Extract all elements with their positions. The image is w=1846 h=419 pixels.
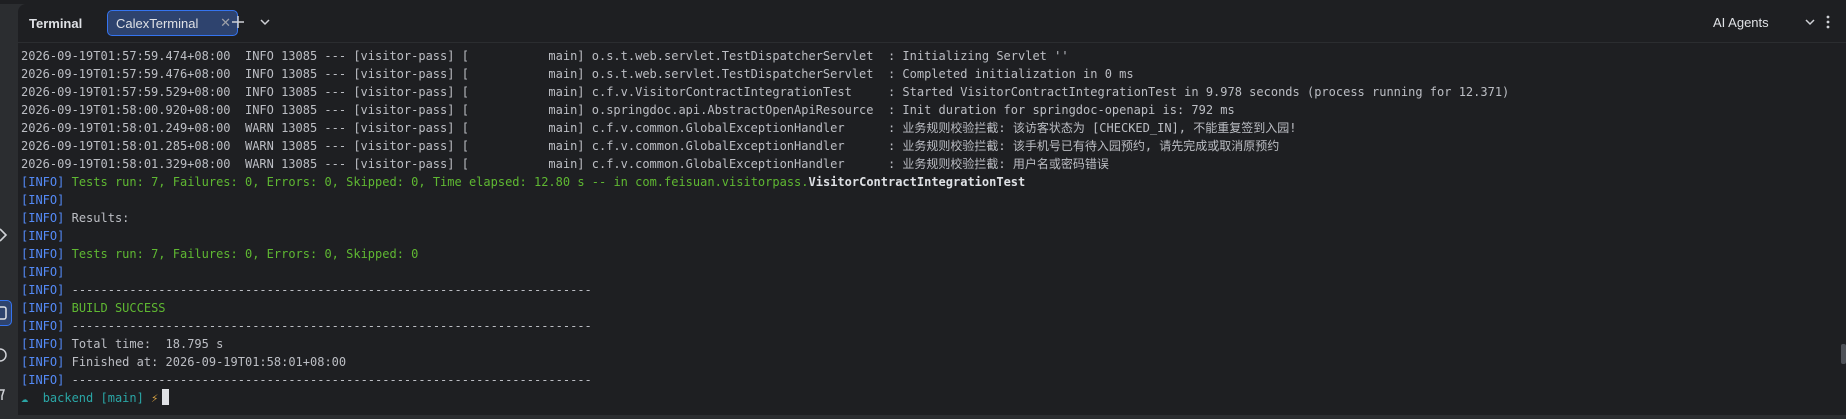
tests-summary: Tests run: 7, Failures: 0, Errors: 0, Sk… <box>71 247 419 261</box>
clock-icon[interactable] <box>0 346 10 364</box>
info-tag: [INFO] <box>21 337 65 351</box>
terminal-tab-bar: Terminal CalexTerminal ✕ AI Agents <box>18 4 1846 43</box>
info-line: [INFO] <box>21 263 64 281</box>
ai-agents-menu[interactable]: AI Agents <box>1713 15 1769 30</box>
info-line: [INFO] ---------------------------------… <box>21 317 592 335</box>
finished-at: Finished at: 2026-09-19T01:58:01+08:00 <box>71 355 347 369</box>
prompt-directory: backend <box>42 391 94 405</box>
tests-run-summary: Tests run: 7, Failures: 0, Errors: 0, Sk… <box>71 175 809 189</box>
info-tag: [INFO] <box>21 319 65 333</box>
results-label: Results: <box>71 211 130 225</box>
info-line: [INFO] ---------------------------------… <box>21 371 592 389</box>
terminal-tool-window: Terminal CalexTerminal ✕ AI Agents 2026-… <box>18 4 1846 415</box>
info-line: [INFO] Finished at: 2026-09-19T01:58:01+… <box>21 353 346 371</box>
log-line: 2026-09-19T01:58:00.920+08:00 INFO 13085… <box>21 103 1235 117</box>
text-cursor <box>162 389 170 405</box>
info-line: [INFO] BUILD SUCCESS <box>21 299 166 317</box>
terminal-output[interactable]: 2026-09-19T01:57:59.474+08:00 INFO 13085… <box>18 45 1846 415</box>
left-tool-rail <box>0 0 18 419</box>
tests-result-line: [INFO] Tests run: 7, Failures: 0, Errors… <box>21 173 1025 191</box>
chevron-down-icon[interactable] <box>1804 16 1816 28</box>
info-tag: [INFO] <box>21 301 65 315</box>
info-tag: [INFO] <box>21 247 65 261</box>
log-line: 2026-09-19T01:57:59.476+08:00 INFO 13085… <box>21 67 1134 81</box>
log-line: 2026-09-19T01:57:59.474+08:00 INFO 13085… <box>21 49 1069 63</box>
info-line: [INFO] Tests run: 7, Failures: 0, Errors… <box>21 245 418 263</box>
plus-icon[interactable] <box>228 12 248 32</box>
chevron-down-icon[interactable] <box>255 12 275 32</box>
log-line: 2026-09-19T01:57:59.529+08:00 INFO 13085… <box>21 85 1510 99</box>
test-class-name: VisitorContractIntegrationTest <box>808 175 1026 189</box>
info-tag: [INFO] <box>21 265 65 279</box>
tab-label: CalexTerminal <box>116 16 199 31</box>
info-tag: [INFO] <box>21 175 65 189</box>
separator: ----------------------------------------… <box>71 283 592 297</box>
info-line: [INFO] Results: <box>21 209 129 227</box>
info-line: [INFO] ---------------------------------… <box>21 281 592 299</box>
chevron-right-icon[interactable] <box>0 226 10 244</box>
total-time: Total time: 18.795 s <box>71 337 224 351</box>
build-status: BUILD SUCCESS <box>71 301 166 315</box>
more-vertical-icon[interactable] <box>1822 13 1834 31</box>
tab-calex-terminal[interactable]: CalexTerminal ✕ <box>107 10 238 36</box>
log-line: 2026-09-19T01:58:01.285+08:00 WARN 13085… <box>21 139 1280 153</box>
info-tag: [INFO] <box>21 283 65 297</box>
info-tag: [INFO] <box>21 373 65 387</box>
info-line: [INFO] <box>21 227 64 245</box>
terminal-icon <box>0 306 7 320</box>
cloud-icon: ☁ <box>21 391 29 405</box>
lightning-icon: ⚡ <box>151 391 159 405</box>
pin-icon[interactable] <box>0 386 10 404</box>
info-tag: [INFO] <box>21 193 65 207</box>
log-line: 2026-09-19T01:58:01.249+08:00 WARN 13085… <box>21 121 1297 135</box>
log-line: 2026-09-19T01:58:01.329+08:00 WARN 13085… <box>21 157 1109 171</box>
info-tag: [INFO] <box>21 229 65 243</box>
info-line: [INFO] Total time: 18.795 s <box>21 335 223 353</box>
prompt-git-branch: [main] <box>100 391 144 405</box>
info-tag: [INFO] <box>21 355 65 369</box>
scrollbar-thumb[interactable] <box>1841 344 1846 364</box>
info-tag: [INFO] <box>21 211 65 225</box>
shell-prompt[interactable]: ☁ backend [main] ⚡ <box>21 389 170 407</box>
separator: ----------------------------------------… <box>71 319 592 333</box>
separator: ----------------------------------------… <box>71 373 592 387</box>
tool-window-title: Terminal <box>29 16 83 31</box>
info-line: [INFO] <box>21 191 64 209</box>
